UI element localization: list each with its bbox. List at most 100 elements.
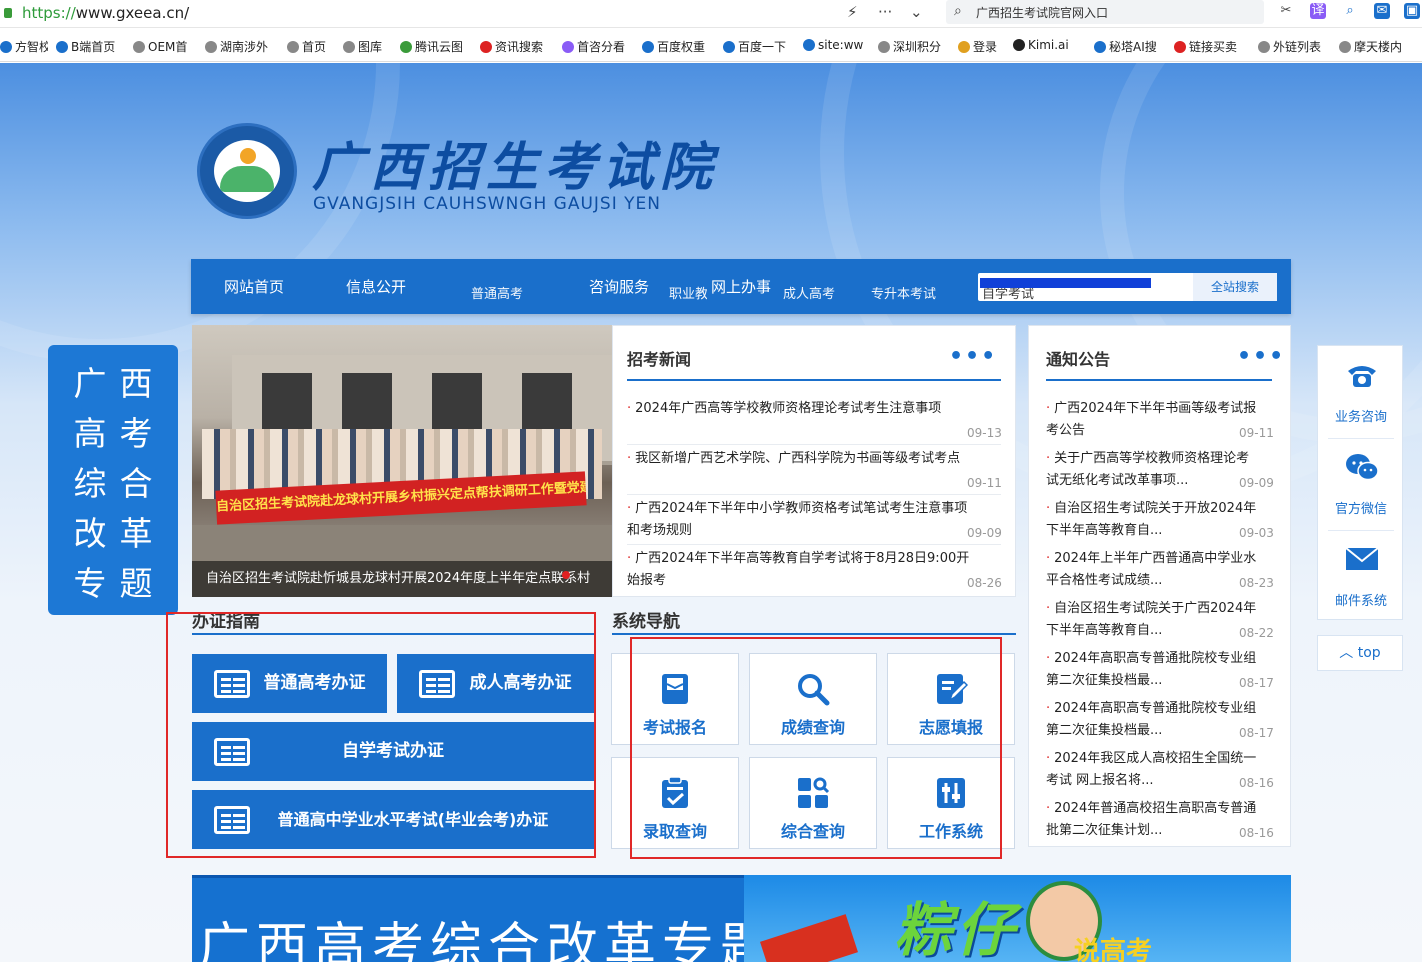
bookmark-item[interactable]: B端首页 (56, 38, 126, 55)
bookmark-label: 链接买卖 (1189, 40, 1238, 54)
more-icon[interactable]: ··· (878, 3, 892, 21)
gaokao-reform-panel[interactable]: 广高综改专 西考合革题 (48, 345, 178, 615)
nav-online-service[interactable]: 网上办事 (711, 276, 771, 297)
divider (627, 444, 1001, 445)
bookmark-item[interactable]: 方智校园 (0, 38, 48, 55)
bookmark-item[interactable]: OEM首 (133, 38, 197, 55)
bullet-icon: · (1046, 401, 1051, 416)
browser-search-input[interactable]: ⌕ 广西招生考试院官网入口 (946, 0, 1264, 24)
bookmark-item[interactable]: 百度一下 (723, 38, 795, 55)
panel-column-left: 广高综改专 (70, 359, 110, 609)
bullet-icon: · (627, 401, 632, 416)
highlight-box-guide (166, 612, 596, 858)
bookmark-item[interactable]: 百度权重 (642, 38, 714, 55)
bookmark-item[interactable]: 秘塔AI搜 (1094, 38, 1166, 55)
notice-date: 09-09 (1239, 476, 1274, 490)
notice-date: 08-17 (1239, 726, 1274, 740)
wechat-link[interactable]: 官方微信 (1318, 438, 1404, 528)
bookmark-favicon-icon (480, 41, 492, 53)
nav-consult[interactable]: 咨询服务 (589, 276, 649, 297)
site-search-input[interactable] (978, 273, 1193, 301)
reform-banner-text: 广西高考综合改革专题 (198, 918, 744, 962)
bookmark-label: 百度权重 (657, 40, 706, 54)
business-consult-link[interactable]: 业务咨询 (1318, 346, 1404, 436)
slider-photo: 自治区招生考试院赴龙球村开展乡村振兴定点帮扶调研工作暨党建结对共建活动 (192, 325, 612, 597)
bookmarks-bar: 方智校园 B端首页 OEM首 湖南涉外 首页 图库 腾讯云图 资讯搜索 首咨分看 百度权重 百度一下… (0, 30, 1422, 62)
news-slider[interactable]: 自治区招生考试院赴龙球村开展乡村振兴定点帮扶调研工作暨党建结对共建活动 自治区招… (192, 325, 612, 597)
bookmark-item[interactable]: 摩天楼内 (1339, 38, 1411, 55)
notice-item-text: 广西2024年下半年书画等级考试报 (1054, 401, 1257, 416)
news-date: 09-11 (967, 476, 1002, 490)
nav-ghost-adult[interactable]: 成人高考 (783, 283, 841, 302)
notice-more-icon[interactable]: ••• (1237, 344, 1285, 369)
news-item[interactable]: · 广西2024年下半年中小学教师资格考试笔试考生注意事项 和考场规则 (627, 498, 997, 542)
extension-icon[interactable]: ▣ (1404, 3, 1420, 19)
bookmark-item[interactable]: 外链列表 (1258, 38, 1330, 55)
nav-home[interactable]: 网站首页 (224, 276, 284, 297)
site-title: 广西招生考试院 (312, 137, 719, 198)
lightning-icon[interactable]: ⚡ (847, 3, 858, 21)
bookmark-item[interactable]: 链接买卖 (1174, 38, 1250, 55)
translate-icon[interactable]: 译 (1310, 3, 1326, 19)
mail-icon (1345, 547, 1379, 570)
bookmark-item[interactable]: site:ww (803, 38, 871, 52)
mail-system-link[interactable]: 邮件系统 (1318, 530, 1404, 620)
bookmark-label: B端首页 (71, 40, 116, 54)
panel-char: 西 (119, 364, 153, 403)
nav-info-public[interactable]: 信息公开 (346, 276, 406, 297)
panel-char: 考 (119, 414, 153, 453)
bookmark-favicon-icon (803, 39, 815, 51)
slider-dot[interactable] (562, 571, 570, 579)
news-more-icon[interactable]: ••• (949, 344, 997, 369)
panel-char: 题 (119, 564, 153, 603)
service-panel: 业务咨询 官方微信 邮件系统 (1317, 345, 1403, 620)
site-subtitle: GVANGJSIH CAUHSWNGH GAUJSI YEN (313, 194, 661, 214)
mail-icon[interactable]: ✉ (1374, 3, 1390, 19)
slider-caption[interactable]: 自治区招生考试院赴忻城县龙球村开展2024年度上半年定点联系村 (192, 561, 612, 597)
book-icon (760, 914, 858, 962)
panel-char: 合 (119, 464, 153, 503)
reform-banner[interactable]: 广西高考综合改革专题 (192, 875, 744, 962)
notice-date: 09-11 (1239, 426, 1274, 440)
bookmark-item[interactable]: 首页 (287, 38, 335, 55)
magnifier-icon[interactable]: ⌕ (1342, 3, 1358, 19)
bookmark-item[interactable]: 首咨分看 (562, 38, 634, 55)
nav-ghost-upgrade[interactable]: 专升本考试 (871, 283, 951, 302)
back-to-top-button[interactable]: ︿ top (1317, 635, 1403, 671)
bookmark-favicon-icon (400, 41, 412, 53)
bookmark-item[interactable]: 深圳积分 (878, 38, 948, 55)
bullet-icon: · (1046, 751, 1051, 766)
panel-column-right: 西考合革题 (116, 359, 156, 609)
site-search-button[interactable]: 全站搜索 (1193, 273, 1277, 301)
nav-ghost-vocational[interactable]: 职业教育高考 (669, 283, 707, 302)
bookmark-item[interactable]: 腾讯云图 (400, 38, 472, 55)
bookmark-item[interactable]: 湖南涉外 (205, 38, 279, 55)
bookmark-label: 深圳积分 (893, 40, 942, 54)
mascot-banner-subtext: 说高考 (1074, 937, 1153, 962)
bookmark-item[interactable]: 登录 (958, 38, 1006, 55)
bookmark-label: 湖南涉外 (220, 40, 269, 54)
logo-emblem (214, 140, 280, 202)
bookmark-favicon-icon (205, 41, 217, 53)
site-logo[interactable] (197, 123, 297, 219)
sun-icon (240, 148, 256, 164)
address-bar: https://www.gxeea.cn/ ⚡ ··· ⌄ ⌕ 广西招生考试院官… (0, 0, 1422, 28)
url-field[interactable]: https://www.gxeea.cn/ (22, 4, 189, 22)
bookmark-item[interactable]: Kimi.ai (1013, 38, 1085, 52)
panel-char: 改 (73, 514, 107, 553)
bookmark-item[interactable]: 图库 (343, 38, 393, 55)
bookmark-item[interactable]: 资讯搜索 (480, 38, 554, 55)
scissors-icon[interactable]: ✂ (1278, 3, 1294, 19)
nav-ghost-gaokao[interactable]: 普通高考 (471, 283, 523, 302)
main-nav: 网站首页 信息公开 普通高考 咨询服务 职业教育高考 网上办事 成人高考 专升本… (191, 259, 1291, 314)
chevron-down-icon[interactable]: ⌄ (910, 3, 923, 21)
panel-char: 综 (73, 464, 107, 503)
panel-char: 革 (119, 514, 153, 553)
news-item[interactable]: · 我区新增广西艺术学院、广西科学院为书画等级考试考点 (627, 448, 997, 470)
mascot-banner[interactable]: 粽仔 说高考 (744, 875, 1291, 962)
news-item[interactable]: · 广西2024年下半年高等教育自学考试将于8月28日9:00开 始报考 (627, 548, 997, 592)
site-search: 自学考试 全站搜索 (978, 273, 1277, 302)
news-item[interactable]: · 2024年广西高等学校教师资格理论考试考生注意事项 (627, 398, 997, 420)
lock-icon (4, 8, 12, 18)
chevron-up-icon: ︿ (1339, 645, 1354, 661)
